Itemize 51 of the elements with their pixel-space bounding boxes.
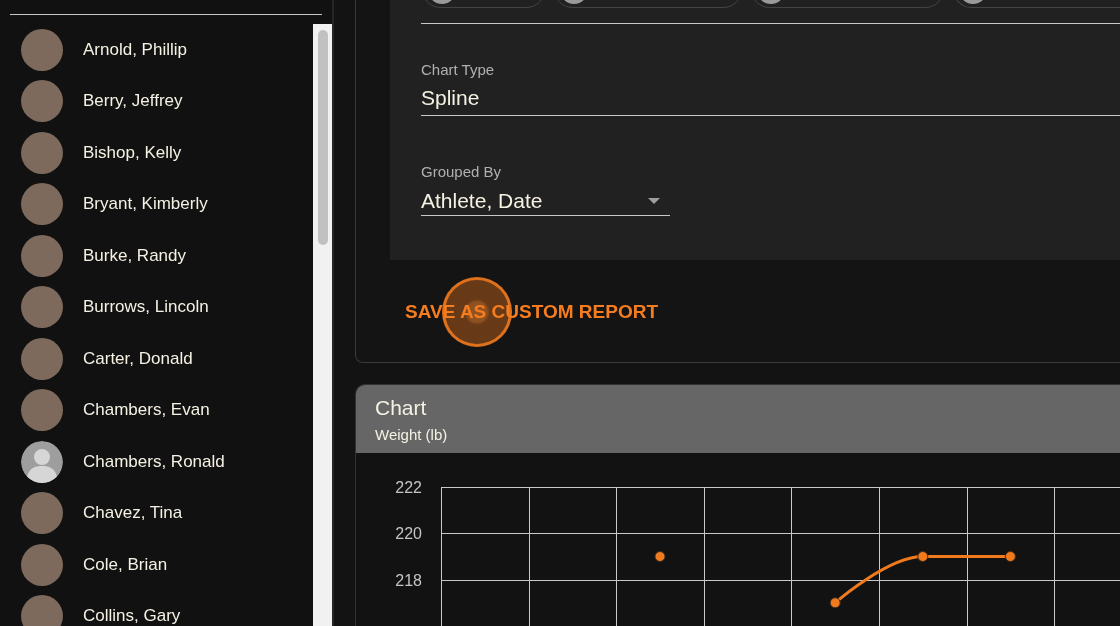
athlete-list-item[interactable]: Berry, Jeffrey bbox=[0, 75, 313, 127]
athlete-list-item[interactable]: Chavez, Tina bbox=[0, 487, 313, 539]
athlete-name: Cole, Brian bbox=[83, 555, 168, 574]
athlete-name: Bishop, Kelly bbox=[83, 143, 182, 162]
athlete-name: Chavez, Tina bbox=[83, 504, 183, 523]
photo-placeholder bbox=[21, 286, 63, 329]
photo-placeholder bbox=[21, 595, 63, 626]
scrollbar-thumb[interactable] bbox=[318, 30, 328, 245]
photo-placeholder bbox=[21, 234, 63, 277]
athlete-list-item[interactable]: Cole, Brian bbox=[0, 539, 313, 591]
axis-label: 222 bbox=[395, 479, 422, 496]
data-point bbox=[654, 551, 666, 562]
athlete-name: Collins, Gary bbox=[83, 607, 181, 626]
data-point bbox=[1004, 551, 1016, 562]
athlete-list-item[interactable]: Arnold, Phillip bbox=[0, 24, 313, 76]
axis-label: 220 bbox=[395, 525, 422, 543]
person-silhouette-icon bbox=[21, 440, 63, 483]
data-point bbox=[829, 597, 841, 609]
axis-label: 218 bbox=[395, 571, 422, 589]
athlete-name: Burke, Randy bbox=[83, 246, 186, 265]
field-label: Grouped By bbox=[421, 163, 502, 181]
card-subtitle: Weight (lb) bbox=[375, 426, 448, 444]
athlete-list-item[interactable]: Chambers, Ronald bbox=[0, 436, 313, 488]
caret-icon bbox=[648, 197, 660, 204]
chart-type-field[interactable]: Spline bbox=[421, 84, 1120, 116]
athlete-name: Chambers, Evan bbox=[83, 401, 210, 420]
photo-placeholder bbox=[21, 389, 63, 432]
athlete-list-item[interactable]: Burrows, Lincoln bbox=[0, 281, 313, 333]
data-point bbox=[917, 551, 929, 562]
grouped-by-select[interactable]: Athlete, Date bbox=[421, 186, 670, 216]
photo-placeholder bbox=[21, 131, 63, 174]
athlete-name: Arnold, Phillip bbox=[83, 40, 187, 59]
photo-placeholder bbox=[21, 183, 63, 226]
athlete-list-item[interactable]: Bryant, Kimberly bbox=[0, 178, 313, 230]
athlete-name: Burrows, Lincoln bbox=[83, 298, 209, 317]
athlete-name: Carter, Donald bbox=[83, 349, 193, 368]
photo-placeholder bbox=[21, 543, 63, 586]
athlete-name: Chambers, Ronald bbox=[83, 452, 225, 471]
athlete-list-item[interactable]: Carter, Donald bbox=[0, 333, 313, 385]
athlete-list-item[interactable]: Collins, Gary bbox=[0, 590, 313, 626]
field-label: Chart Type bbox=[421, 61, 495, 79]
card-title: Chart bbox=[375, 396, 427, 420]
athlete-list-item[interactable]: Burke, Randy bbox=[0, 230, 313, 282]
photo-placeholder bbox=[21, 80, 63, 123]
photo-placeholder bbox=[21, 28, 63, 71]
athlete-list-item[interactable]: Bishop, Kelly bbox=[0, 127, 313, 179]
photo-placeholder bbox=[21, 492, 63, 535]
athlete-list-item[interactable]: Chambers, Evan bbox=[0, 384, 313, 436]
athlete-name: Bryant, Kimberly bbox=[83, 195, 208, 214]
photo-placeholder bbox=[21, 337, 63, 380]
athlete-name: Berry, Jeffrey bbox=[83, 92, 183, 111]
